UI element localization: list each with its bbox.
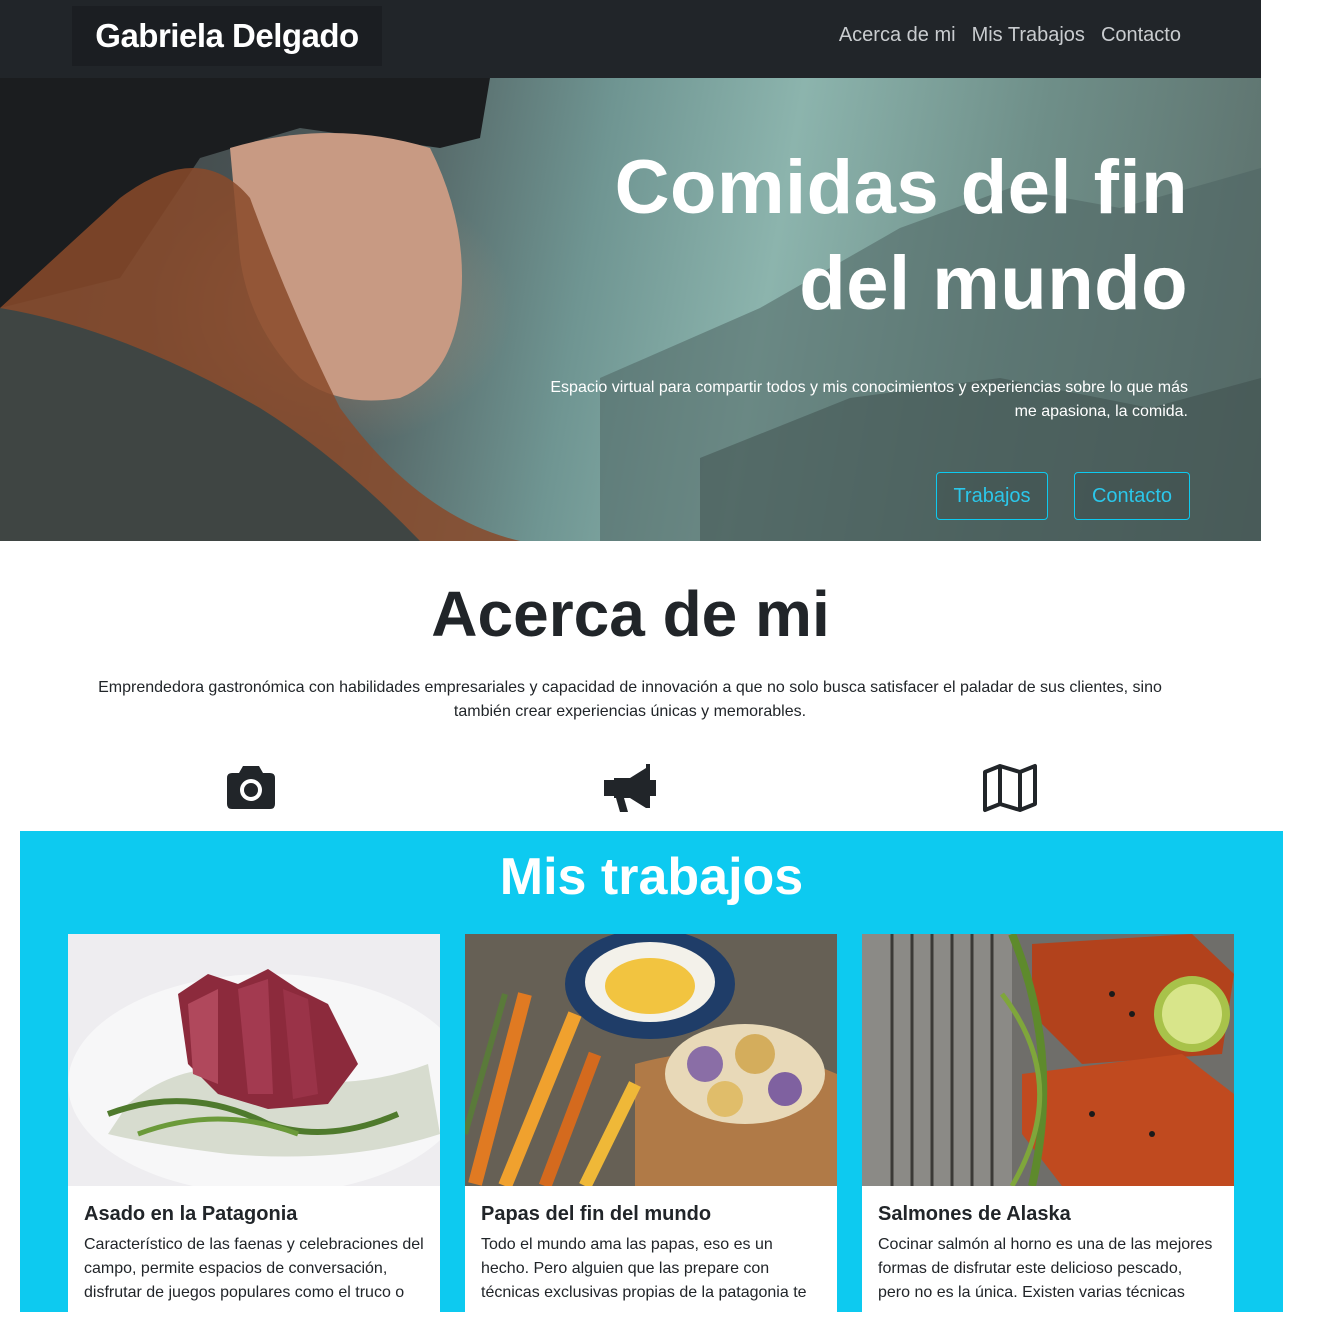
work-card-asado[interactable]: Asado en la Patagonia Característico de … — [68, 934, 440, 1324]
nav-links: Acerca de mi Mis Trabajos Contacto — [839, 21, 1181, 49]
map-icon — [983, 764, 1037, 812]
trabajos-button[interactable]: Trabajos — [936, 472, 1048, 520]
card-text: Todo el mundo ama las papas, eso es un h… — [481, 1236, 807, 1301]
nav-link-contacto[interactable]: Contacto — [1101, 21, 1181, 49]
card-title: Asado en la Patagonia — [84, 1203, 298, 1225]
megaphone-icon — [604, 764, 656, 812]
card-text: Característico de las faenas y celebraci… — [84, 1236, 424, 1301]
hero-subtitle: Espacio virtual para compartir todos y m… — [550, 379, 1188, 420]
about-title: Acerca de mi — [431, 578, 830, 650]
navbar: Gabriela Delgado Acerca de mi Mis Trabaj… — [0, 0, 1261, 78]
hero-title-line2: del mundo — [799, 241, 1188, 326]
card-title: Salmones de Alaska — [878, 1203, 1071, 1225]
work-card-papas[interactable]: Papas del fin del mundo Todo el mundo am… — [465, 934, 837, 1324]
hero-title: Comidas del fin del mundo — [488, 140, 1188, 332]
camera-icon — [227, 766, 275, 809]
contacto-button[interactable]: Contacto — [1074, 472, 1190, 520]
nav-link-trabajos[interactable]: Mis Trabajos — [972, 21, 1085, 49]
work-card-salmones[interactable]: Salmones de Alaska Cocinar salmón al hor… — [862, 934, 1234, 1324]
papas-image — [465, 934, 837, 1186]
about-text: Emprendedora gastronómica con habilidade… — [98, 679, 1162, 720]
hero-banner: Comidas del fin del mundo Espacio virtua… — [0, 78, 1261, 541]
hero-title-line1: Comidas del fin — [614, 145, 1188, 230]
card-text: Cocinar salmón al horno es una de las me… — [878, 1236, 1213, 1301]
works-section: Mis trabajos Asado en la Patagonia Carac… — [20, 831, 1283, 1324]
card-title: Papas del fin del mundo — [481, 1203, 712, 1225]
salmones-image — [862, 934, 1234, 1186]
works-title: Mis trabajos — [499, 848, 804, 906]
nav-link-acerca[interactable]: Acerca de mi — [839, 21, 956, 49]
asado-image — [68, 934, 440, 1186]
brand-logo[interactable]: Gabriela Delgado — [72, 6, 382, 66]
